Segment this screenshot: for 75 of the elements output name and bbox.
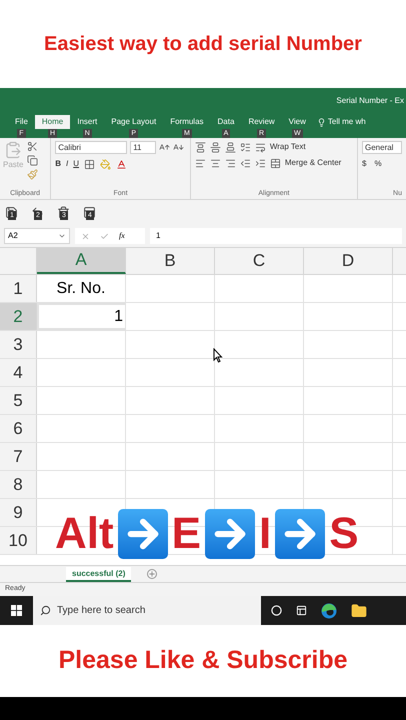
window-title: Serial Number - Ex bbox=[336, 95, 404, 107]
row-header[interactable]: 1 bbox=[0, 275, 37, 302]
column-header[interactable]: B bbox=[126, 248, 215, 274]
row-header[interactable]: 10 bbox=[0, 527, 37, 554]
align-center-icon[interactable] bbox=[210, 158, 221, 168]
column-header[interactable]: D bbox=[304, 248, 393, 274]
font-name-field[interactable]: Calibri bbox=[55, 141, 128, 154]
font-size-field[interactable]: 11 bbox=[130, 141, 156, 154]
italic-button[interactable]: I bbox=[66, 158, 68, 170]
currency-button[interactable]: $ bbox=[362, 158, 366, 170]
table-cell-text: 1 bbox=[114, 306, 123, 326]
ribbon-tab[interactable]: Data bbox=[210, 115, 242, 129]
shortcut-key: E bbox=[172, 509, 202, 559]
shortcut-key: S bbox=[329, 509, 359, 559]
percent-button[interactable]: % bbox=[374, 158, 382, 170]
arrow-key-icon bbox=[275, 509, 326, 559]
increase-indent-icon[interactable] bbox=[254, 158, 266, 168]
row-header[interactable]: 9 bbox=[0, 499, 37, 526]
cut-icon[interactable] bbox=[27, 141, 38, 152]
ribbon-tab[interactable]: Insert bbox=[70, 115, 104, 129]
arrow-key-icon bbox=[205, 509, 256, 559]
top-align-icon[interactable] bbox=[194, 142, 206, 152]
lightbulb-icon bbox=[316, 118, 326, 126]
formula-field[interactable]: 1 bbox=[150, 228, 402, 244]
windows-logo-icon[interactable] bbox=[11, 605, 22, 616]
search-icon bbox=[40, 605, 51, 616]
row-header[interactable]: 4 bbox=[0, 359, 37, 386]
merge-icon[interactable] bbox=[270, 158, 281, 168]
copy-icon[interactable] bbox=[27, 155, 38, 166]
insert-function-button[interactable]: fx bbox=[119, 230, 125, 242]
ribbon-tab[interactable]: Page Layout bbox=[104, 115, 164, 129]
folder-icon[interactable] bbox=[351, 602, 367, 618]
ribbon-tab[interactable]: View bbox=[282, 115, 313, 129]
decrease-indent-icon[interactable] bbox=[240, 158, 251, 168]
fill-color-icon[interactable] bbox=[100, 158, 111, 170]
tell-me-field[interactable]: Tell me wh bbox=[328, 116, 366, 128]
row-header[interactable]: 2 bbox=[0, 303, 37, 330]
mouse-pointer-icon bbox=[213, 348, 223, 363]
wrap-text-icon[interactable] bbox=[254, 142, 266, 152]
bottom-align-icon[interactable] bbox=[224, 142, 236, 152]
align-left-icon[interactable] bbox=[194, 158, 206, 168]
row-header[interactable]: 3 bbox=[0, 331, 37, 358]
add-sheet-icon[interactable] bbox=[147, 569, 158, 579]
shortcut-key: I bbox=[259, 509, 272, 559]
align-right-icon[interactable] bbox=[224, 158, 236, 168]
number-format-field[interactable]: General bbox=[362, 141, 402, 154]
row-header[interactable]: 8 bbox=[0, 471, 37, 498]
borders-icon[interactable] bbox=[84, 158, 95, 170]
video-title: Easiest way to add serial Number bbox=[44, 32, 362, 57]
ribbon-tab[interactable]: Review bbox=[241, 115, 282, 129]
name-box[interactable]: A2 bbox=[4, 228, 70, 244]
cortana-icon[interactable] bbox=[271, 605, 282, 616]
ribbon-tab[interactable]: Home bbox=[34, 115, 70, 129]
arrow-key-icon bbox=[118, 509, 168, 559]
shortcut-key: Alt bbox=[55, 509, 114, 559]
row-header[interactable]: 5 bbox=[0, 387, 37, 414]
row-header[interactable]: 7 bbox=[0, 443, 37, 470]
sheet-tab[interactable]: successful (2) bbox=[66, 567, 132, 582]
save-icon[interactable] bbox=[5, 206, 18, 218]
ribbon-tab[interactable]: Formulas bbox=[163, 115, 211, 129]
wrap-text-label[interactable]: Wrap Text bbox=[270, 141, 306, 153]
task-view-icon[interactable] bbox=[296, 605, 307, 616]
ribbon-tab[interactable]: File bbox=[8, 115, 35, 129]
column-header[interactable]: A bbox=[37, 248, 126, 274]
browser-icon[interactable] bbox=[321, 602, 337, 618]
row-header[interactable]: 6 bbox=[0, 415, 37, 442]
taskbar-search-field[interactable]: Type here to search bbox=[33, 596, 261, 625]
underline-button[interactable]: U bbox=[73, 158, 79, 170]
table-cell-text: Sr. No. bbox=[56, 278, 106, 298]
middle-align-icon[interactable] bbox=[210, 142, 221, 152]
column-header[interactable]: C bbox=[215, 248, 304, 274]
font-color-icon[interactable] bbox=[116, 158, 127, 170]
subscribe-text: Please Like & Subscribe bbox=[58, 645, 348, 676]
merge-label[interactable]: Merge & Center bbox=[284, 157, 342, 169]
bold-button[interactable]: B bbox=[55, 158, 61, 170]
